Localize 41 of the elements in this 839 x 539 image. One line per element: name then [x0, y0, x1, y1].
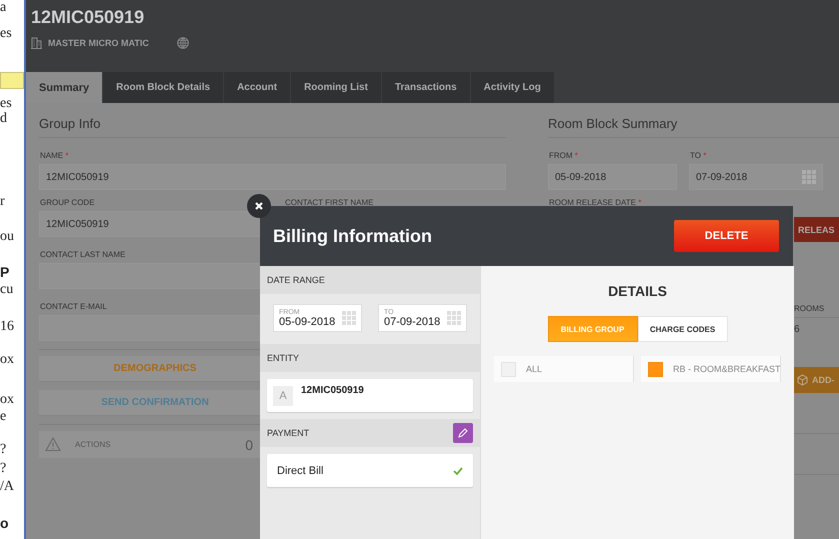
window-text: ou — [0, 229, 14, 245]
window-text: o — [0, 515, 9, 531]
window-text: ox — [0, 392, 14, 408]
window-text: ? — [0, 461, 6, 477]
dialog-title: Billing Information — [273, 226, 432, 246]
field-label: CONTACT FIRST NAME — [285, 198, 374, 207]
field-label: FROM * — [549, 151, 578, 160]
window-text: ? — [0, 442, 6, 458]
section-header: ENTITY — [260, 344, 480, 372]
window-text: es — [0, 96, 12, 112]
window-text: cu — [0, 282, 14, 298]
group-title: 12MIC050919 — [31, 6, 146, 28]
window-text: ox — [0, 352, 14, 368]
field-label: ROOMS — [794, 304, 826, 313]
section-header: DATE RANGE — [260, 266, 480, 294]
window-text: /A — [0, 479, 14, 495]
field-label: CONTACT E-MAIL — [40, 302, 107, 311]
option-label: ALL — [526, 364, 542, 374]
actions-count: 0 — [245, 436, 253, 452]
field-label: TO * — [690, 151, 706, 160]
field-label: NAME * — [40, 151, 68, 160]
window-text: d — [0, 111, 7, 127]
entity-name: 12MIC050919 — [301, 385, 364, 396]
option-label: RB - ROOM&BREAKFAST — [673, 364, 781, 374]
entity-avatar: A — [273, 386, 293, 406]
rooms-value: 6 — [794, 324, 801, 335]
field-label: GROUP CODE — [40, 198, 95, 207]
section-title: Group Info — [39, 116, 506, 138]
actions-label: ACTIONS — [75, 440, 112, 449]
company-name: MASTER MICRO MATIC — [48, 38, 149, 48]
window-text: e — [0, 409, 6, 425]
payment-method: Direct Bill — [277, 464, 324, 476]
window-text: r — [0, 194, 5, 210]
window-text: es — [0, 26, 12, 42]
window-text: a — [0, 0, 6, 16]
window-text: 16 — [0, 319, 14, 335]
window-text: P — [0, 264, 10, 280]
details-title: DETAILS — [608, 283, 667, 299]
field-label: CONTACT LAST NAME — [40, 250, 126, 259]
field-label: ROOM RELEASE DATE * — [549, 198, 642, 207]
section-title: Room Block Summary — [548, 116, 839, 138]
